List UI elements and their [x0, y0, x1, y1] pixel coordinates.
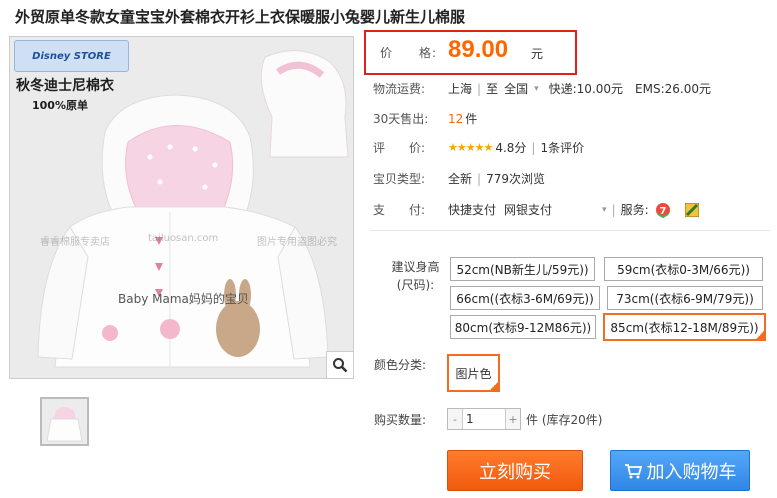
- sales-unit: 件: [465, 112, 478, 126]
- divider: |: [611, 202, 616, 217]
- watermark-text: 图片专用盗图必究: [257, 237, 337, 248]
- size-option-selected[interactable]: 85cm(衣标12-18M/89元)): [603, 313, 766, 341]
- buy-now-label: 立刻购买: [479, 461, 551, 483]
- increment-button[interactable]: +: [506, 409, 520, 429]
- shipping-to-prefix: 至: [486, 82, 499, 96]
- decrement-button[interactable]: -: [448, 409, 462, 429]
- price-box: 价 格: 89.00 元: [364, 30, 577, 75]
- section-divider: [370, 230, 770, 231]
- shipping-destination-select[interactable]: 全国: [504, 80, 528, 97]
- size-option[interactable]: 52cm(NB新生儿/59元)): [450, 257, 595, 281]
- item-condition: 全新: [448, 172, 473, 186]
- zoom-button[interactable]: [326, 351, 353, 378]
- size-label: 建议身高 (尺码):: [388, 258, 443, 294]
- watermark-text: 睿睿棉服专卖店: [40, 237, 110, 248]
- view-count: 779次浏览: [486, 172, 545, 186]
- price-unit: 元: [531, 47, 544, 61]
- rating-score: 4.8分: [495, 141, 527, 155]
- star-rating-icon: ★★★★★: [448, 141, 493, 154]
- add-to-cart-button[interactable]: 加入购物车: [610, 450, 750, 491]
- divider: |: [477, 81, 482, 96]
- service-label: 服务:: [620, 203, 649, 217]
- rating-label: 评 价:: [373, 141, 426, 155]
- color-option-selected[interactable]: 图片色: [447, 354, 500, 392]
- price-value: 89.00: [448, 36, 509, 63]
- item-type-row: 宝贝类型: 全新 | 779次浏览: [373, 170, 545, 187]
- promo-title: 秋冬迪士尼棉衣: [16, 78, 114, 94]
- selected-check-icon: [755, 330, 765, 340]
- size-label-line2: (尺码):: [396, 278, 435, 292]
- promo-subtitle: 100%原单: [32, 99, 88, 112]
- disney-store-logo: Disney STORE: [14, 40, 129, 72]
- chevron-down-icon[interactable]: ▾: [602, 205, 607, 215]
- magnifier-icon: [333, 358, 348, 373]
- buy-now-button[interactable]: 立刻购买: [447, 450, 583, 491]
- payment-row: 支 付: 快捷支付 网银支付 ▾ | 服务: 7: [373, 201, 699, 218]
- review-count-link[interactable]: 1条评价: [540, 139, 584, 156]
- payment-label: 支 付:: [373, 203, 426, 217]
- price-label: 价 格:: [380, 46, 438, 60]
- sales-row: 30天售出: 12 件: [373, 110, 477, 127]
- thumbnail-image[interactable]: [40, 397, 89, 446]
- size-label-line1: 建议身高: [391, 260, 440, 274]
- sales-label: 30天售出:: [373, 112, 429, 126]
- embroidery-text: Baby Mama妈妈的宝贝: [118, 292, 249, 306]
- color-label: 颜色分类:: [374, 358, 427, 372]
- payment-method-netbank: 网银支付: [504, 203, 553, 217]
- ems-fee: EMS:26.00元: [635, 82, 711, 96]
- main-product-image[interactable]: Disney STORE 秋冬迪士尼棉衣 100%原单 睿睿棉服专卖店 tail…: [9, 36, 354, 379]
- credit-card-icon[interactable]: [684, 202, 699, 217]
- stock-info: 件 (库存20件): [526, 413, 603, 427]
- size-option[interactable]: 73cm((衣标6-9M/79元)): [607, 286, 763, 310]
- shipping-row: 物流运费: 上海 | 至 全国 ▾ 快递:10.00元 EMS:26.00元: [373, 80, 711, 97]
- selected-check-icon: [489, 381, 499, 391]
- chevron-down-icon[interactable]: ▾: [534, 84, 539, 94]
- rating-row: 评 价: ★★★★★ 4.8分 | 1条评价: [373, 139, 584, 156]
- size-option[interactable]: 66cm((衣标3-6M/69元)): [450, 286, 600, 310]
- color-option-label: 图片色: [455, 366, 492, 381]
- divider: |: [477, 171, 482, 186]
- item-type-label: 宝贝类型:: [373, 172, 426, 186]
- add-to-cart-label: 加入购物车: [646, 461, 737, 483]
- quantity-stepper[interactable]: - 1 +: [447, 408, 521, 430]
- product-title: 外贸原单冬款女童宝宝外套棉衣开衫上衣保暖服小兔婴儿新生儿棉服: [15, 8, 466, 26]
- cart-icon: [624, 463, 642, 479]
- sales-count: 12: [448, 111, 464, 126]
- payment-method-quickpay: 快捷支付: [448, 203, 497, 217]
- watermark-text: tailuosan.com: [148, 233, 219, 244]
- shipping-label: 物流运费:: [373, 82, 426, 96]
- seven-day-return-icon[interactable]: 7: [655, 202, 671, 218]
- size-option-selected-label: 85cm(衣标12-18M/89元)): [610, 320, 759, 335]
- size-option[interactable]: 80cm(衣标9-12M86元)): [450, 315, 596, 339]
- quantity-label: 购买数量:: [374, 413, 427, 427]
- shipping-from: 上海: [448, 82, 473, 96]
- thumbnail-jacket: [42, 399, 87, 444]
- quantity-input[interactable]: 1: [462, 409, 506, 429]
- express-fee: 快递:10.00元: [548, 82, 624, 96]
- divider: |: [531, 140, 536, 155]
- size-option[interactable]: 59cm(衣标0-3M/66元)): [604, 257, 763, 281]
